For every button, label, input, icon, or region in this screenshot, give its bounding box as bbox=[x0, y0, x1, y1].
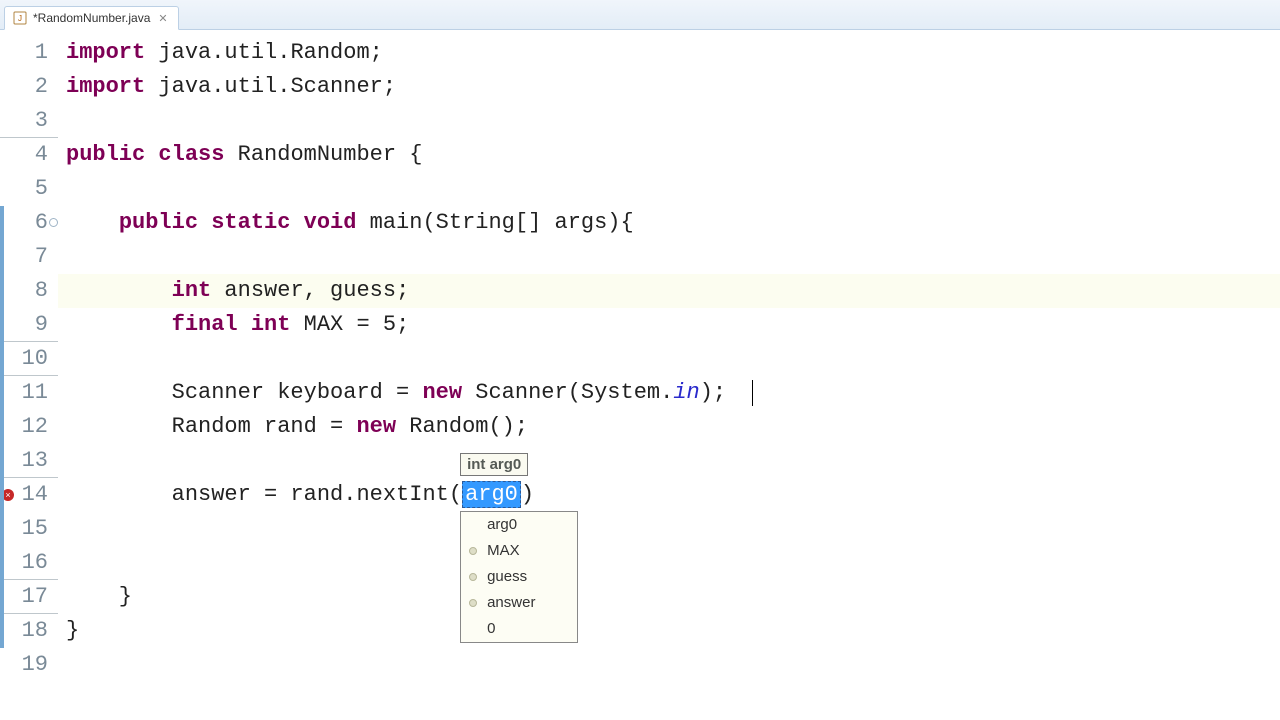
line-number: 17 bbox=[0, 580, 58, 614]
line-number: 12 bbox=[0, 410, 58, 444]
autocomplete-label: arg0 bbox=[487, 516, 517, 533]
autocomplete-item[interactable]: guess bbox=[461, 564, 577, 590]
code-token: Scanner(System. bbox=[462, 380, 673, 405]
editor-tab[interactable]: J *RandomNumber.java ✕ bbox=[4, 6, 179, 30]
code-line[interactable] bbox=[58, 444, 1280, 478]
code-line[interactable]: } bbox=[58, 614, 1280, 648]
autocomplete-item[interactable]: answer bbox=[461, 590, 577, 616]
code-token: answer = rand.nextInt( bbox=[66, 482, 462, 507]
code-token: RandomNumber { bbox=[224, 142, 422, 167]
code-token bbox=[66, 278, 172, 303]
selected-parameter: arg0 bbox=[462, 481, 521, 508]
line-number: 2 bbox=[0, 70, 58, 104]
code-line[interactable] bbox=[58, 512, 1280, 546]
line-number: 15 bbox=[0, 512, 58, 546]
code-line[interactable]: Scanner keyboard = new Scanner(System.in… bbox=[58, 376, 1280, 410]
code-token bbox=[66, 210, 119, 235]
line-number: 11 bbox=[0, 376, 58, 410]
code-line[interactable]: answer = rand.nextInt(arg0) bbox=[58, 478, 1280, 512]
code-token: java.util.Random; bbox=[145, 40, 383, 65]
line-number: 8 bbox=[0, 274, 58, 308]
code-line[interactable] bbox=[58, 546, 1280, 580]
variable-pip-icon bbox=[469, 547, 477, 555]
tab-label: *RandomNumber.java bbox=[33, 11, 150, 25]
variable-pip-icon bbox=[469, 573, 477, 581]
code-line[interactable]: public class RandomNumber { bbox=[58, 138, 1280, 172]
code-line[interactable]: public static void main(String[] args){ bbox=[58, 206, 1280, 240]
line-gutter: 1234567891011121314×1516171819 bbox=[0, 30, 58, 720]
line-number: 18 bbox=[0, 614, 58, 648]
code-line[interactable]: import java.util.Random; bbox=[58, 36, 1280, 70]
code-surface: 1234567891011121314×1516171819 import ja… bbox=[0, 30, 1280, 720]
keyword-token: new bbox=[422, 380, 462, 405]
code-token: ); bbox=[700, 380, 726, 405]
static-field-token: in bbox=[673, 380, 699, 405]
change-bar bbox=[0, 206, 4, 648]
line-number: 6 bbox=[0, 206, 58, 240]
code-token: Scanner keyboard = bbox=[66, 380, 422, 405]
line-number: 10 bbox=[0, 342, 58, 376]
code-token: ) bbox=[521, 482, 534, 507]
editor-shell: J *RandomNumber.java ✕ 12345678910111213… bbox=[0, 0, 1280, 720]
line-number: 13 bbox=[0, 444, 58, 478]
line-number: 9 bbox=[0, 308, 58, 342]
code-line[interactable]: Random rand = new Random(); bbox=[58, 410, 1280, 444]
code-line[interactable] bbox=[58, 342, 1280, 376]
keyword-token: final int bbox=[172, 312, 291, 337]
line-number: 5 bbox=[0, 172, 58, 206]
keyword-token: import bbox=[66, 74, 145, 99]
keyword-token: int bbox=[172, 278, 212, 303]
code-token: java.util.Scanner; bbox=[145, 74, 396, 99]
close-icon[interactable]: ✕ bbox=[156, 12, 169, 25]
line-number: 16 bbox=[0, 546, 58, 580]
parameter-tooltip: int arg0 bbox=[460, 453, 528, 476]
line-number: 3 bbox=[0, 104, 58, 138]
keyword-token: public class bbox=[66, 142, 224, 167]
code-line[interactable]: import java.util.Scanner; bbox=[58, 70, 1280, 104]
tab-bar: J *RandomNumber.java ✕ bbox=[0, 0, 1280, 30]
code-line[interactable] bbox=[58, 648, 1280, 682]
code-token: main(String[] args){ bbox=[356, 210, 633, 235]
java-file-icon: J bbox=[13, 11, 27, 25]
line-number: 19 bbox=[0, 648, 58, 682]
keyword-token: public static void bbox=[119, 210, 357, 235]
code-token: MAX = 5; bbox=[290, 312, 409, 337]
autocomplete-popup: arg0 MAX guess answer 0 bbox=[460, 511, 578, 643]
code-line[interactable]: final int MAX = 5; bbox=[58, 308, 1280, 342]
autocomplete-label: 0 bbox=[487, 620, 495, 637]
code-line[interactable]: } bbox=[58, 580, 1280, 614]
code-line[interactable] bbox=[58, 104, 1280, 138]
code-token: } bbox=[66, 618, 79, 643]
keyword-token: new bbox=[356, 414, 396, 439]
code-text[interactable]: import java.util.Random;import java.util… bbox=[58, 30, 1280, 720]
autocomplete-item[interactable]: 0 bbox=[461, 616, 577, 642]
line-number: 4 bbox=[0, 138, 58, 172]
code-token: answer, guess; bbox=[211, 278, 409, 303]
line-number: 14× bbox=[0, 478, 58, 512]
text-cursor bbox=[752, 380, 753, 406]
line-number: 7 bbox=[0, 240, 58, 274]
keyword-token: import bbox=[66, 40, 145, 65]
code-line[interactable]: int answer, guess; bbox=[58, 274, 1280, 308]
code-line[interactable] bbox=[58, 172, 1280, 206]
code-token bbox=[66, 312, 172, 337]
autocomplete-label: answer bbox=[487, 594, 535, 611]
autocomplete-item[interactable]: MAX bbox=[461, 538, 577, 564]
code-line[interactable] bbox=[58, 240, 1280, 274]
variable-pip-icon bbox=[469, 599, 477, 607]
code-token: Random(); bbox=[396, 414, 528, 439]
code-token: } bbox=[66, 584, 132, 609]
autocomplete-label: guess bbox=[487, 568, 527, 585]
autocomplete-item[interactable]: arg0 bbox=[461, 512, 577, 538]
autocomplete-label: MAX bbox=[487, 542, 520, 559]
line-number: 1 bbox=[0, 36, 58, 70]
svg-text:J: J bbox=[18, 14, 22, 23]
code-token: Random rand = bbox=[66, 414, 356, 439]
